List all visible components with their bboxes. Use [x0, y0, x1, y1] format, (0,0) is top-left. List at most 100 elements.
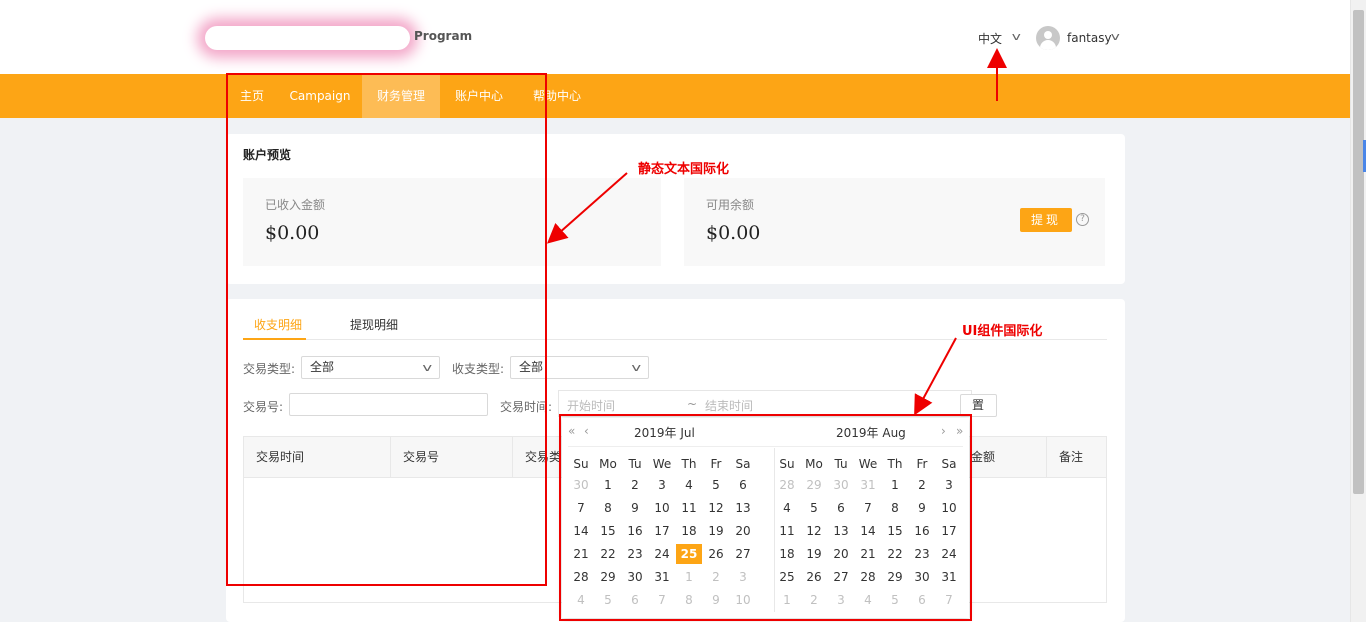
- aug-day-cell[interactable]: 3: [936, 475, 962, 495]
- jul-day-cell[interactable]: 22: [595, 544, 621, 564]
- aug-day-cell[interactable]: 14: [855, 521, 881, 541]
- jul-day-cell[interactable]: 29: [595, 567, 621, 587]
- aug-day-cell[interactable]: 1: [882, 475, 908, 495]
- aug-day-cell[interactable]: 29: [882, 567, 908, 587]
- aug-day-cell[interactable]: 29: [801, 475, 827, 495]
- avatar[interactable]: [1036, 26, 1060, 50]
- scrollbar-thumb[interactable]: [1353, 10, 1364, 494]
- trade-no-input[interactable]: [289, 393, 488, 416]
- jul-day-cell[interactable]: 20: [730, 521, 756, 541]
- aug-day-cell[interactable]: 6: [909, 590, 935, 610]
- jul-day-cell[interactable]: 1: [595, 475, 621, 495]
- nav-item-help[interactable]: 帮助中心: [520, 74, 594, 118]
- nav-item-home[interactable]: 主页: [228, 74, 276, 118]
- aug-day-cell[interactable]: 5: [801, 498, 827, 518]
- withdraw-button[interactable]: 提现: [1020, 208, 1072, 232]
- aug-day-cell[interactable]: 5: [882, 590, 908, 610]
- aug-day-cell[interactable]: 31: [855, 475, 881, 495]
- nav-item-finance[interactable]: 财务管理: [362, 74, 440, 118]
- jul-day-cell[interactable]: 6: [730, 475, 756, 495]
- tab-withdraw[interactable]: 提现明细: [350, 316, 398, 333]
- date-range-input[interactable]: 开始时间 ~ 结束时间: [558, 390, 972, 417]
- aug-day-cell[interactable]: 17: [936, 521, 962, 541]
- help-icon[interactable]: ?: [1076, 213, 1089, 226]
- prev-month-button[interactable]: ‹: [584, 424, 589, 438]
- jul-day-cell[interactable]: 9: [622, 498, 648, 518]
- aug-day-cell[interactable]: 20: [828, 544, 854, 564]
- logo-image[interactable]: [205, 26, 410, 50]
- jul-day-cell[interactable]: 6: [622, 590, 648, 610]
- reset-button[interactable]: 置: [960, 394, 997, 417]
- jul-day-cell[interactable]: 30: [568, 475, 594, 495]
- jul-day-cell[interactable]: 8: [676, 590, 702, 610]
- aug-day-cell[interactable]: 10: [936, 498, 962, 518]
- aug-day-cell[interactable]: 30: [909, 567, 935, 587]
- aug-day-cell[interactable]: 12: [801, 521, 827, 541]
- aug-day-cell[interactable]: 4: [774, 498, 800, 518]
- aug-day-cell[interactable]: 8: [882, 498, 908, 518]
- next-month-button[interactable]: ›: [941, 424, 946, 438]
- aug-day-cell[interactable]: 6: [828, 498, 854, 518]
- aug-day-cell[interactable]: 30: [828, 475, 854, 495]
- jul-day-cell[interactable]: 21: [568, 544, 594, 564]
- jul-day-cell[interactable]: 18: [676, 521, 702, 541]
- jul-day-cell[interactable]: 4: [676, 475, 702, 495]
- right-month-title[interactable]: 2019年 Aug: [836, 424, 906, 441]
- jul-day-cell[interactable]: 19: [703, 521, 729, 541]
- jul-day-cell[interactable]: 24: [649, 544, 675, 564]
- jul-day-cell[interactable]: 25: [676, 544, 702, 564]
- aug-day-cell[interactable]: 26: [801, 567, 827, 587]
- aug-day-cell[interactable]: 9: [909, 498, 935, 518]
- username[interactable]: fantasy: [1067, 31, 1112, 45]
- page-scrollbar[interactable]: [1350, 0, 1366, 622]
- jul-day-cell[interactable]: 10: [649, 498, 675, 518]
- io-type-select[interactable]: 全部 v: [510, 356, 649, 379]
- jul-day-cell[interactable]: 12: [703, 498, 729, 518]
- jul-day-cell[interactable]: 4: [568, 590, 594, 610]
- aug-day-cell[interactable]: 22: [882, 544, 908, 564]
- trade-type-select[interactable]: 全部 v: [301, 356, 440, 379]
- jul-day-cell[interactable]: 16: [622, 521, 648, 541]
- aug-day-cell[interactable]: 7: [855, 498, 881, 518]
- jul-day-cell[interactable]: 2: [703, 567, 729, 587]
- language-switch[interactable]: 中文: [978, 30, 1002, 47]
- jul-day-cell[interactable]: 11: [676, 498, 702, 518]
- aug-day-cell[interactable]: 11: [774, 521, 800, 541]
- aug-day-cell[interactable]: 28: [774, 475, 800, 495]
- aug-day-cell[interactable]: 21: [855, 544, 881, 564]
- aug-day-cell[interactable]: 18: [774, 544, 800, 564]
- left-month-title[interactable]: 2019年 Jul: [634, 424, 695, 441]
- jul-day-cell[interactable]: 7: [568, 498, 594, 518]
- jul-day-cell[interactable]: 14: [568, 521, 594, 541]
- chevron-down-icon[interactable]: v: [1012, 30, 1021, 43]
- aug-day-cell[interactable]: 23: [909, 544, 935, 564]
- jul-day-cell[interactable]: 26: [703, 544, 729, 564]
- jul-day-cell[interactable]: 23: [622, 544, 648, 564]
- aug-day-cell[interactable]: 27: [828, 567, 854, 587]
- aug-day-cell[interactable]: 25: [774, 567, 800, 587]
- aug-day-cell[interactable]: 16: [909, 521, 935, 541]
- jul-day-cell[interactable]: 2: [622, 475, 648, 495]
- next-year-button[interactable]: »: [956, 424, 963, 438]
- jul-day-cell[interactable]: 15: [595, 521, 621, 541]
- nav-item-campaign[interactable]: Campaign: [282, 74, 358, 118]
- tab-income-expense[interactable]: 收支明细: [254, 316, 302, 333]
- jul-day-cell[interactable]: 7: [649, 590, 675, 610]
- jul-day-cell[interactable]: 31: [649, 567, 675, 587]
- prev-year-button[interactable]: «: [568, 424, 575, 438]
- start-date-input[interactable]: 开始时间: [567, 397, 615, 414]
- aug-day-cell[interactable]: 19: [801, 544, 827, 564]
- jul-day-cell[interactable]: 28: [568, 567, 594, 587]
- jul-day-cell[interactable]: 17: [649, 521, 675, 541]
- jul-day-cell[interactable]: 30: [622, 567, 648, 587]
- date-picker-dropdown[interactable]: « ‹ 2019年 Jul 2019年 Aug › » Su Mo Tu We Th Fr…: [562, 418, 969, 618]
- jul-day-cell[interactable]: 8: [595, 498, 621, 518]
- chevron-down-icon[interactable]: v: [1111, 30, 1120, 43]
- aug-day-cell[interactable]: 3: [828, 590, 854, 610]
- aug-day-cell[interactable]: 24: [936, 544, 962, 564]
- aug-day-cell[interactable]: 1: [774, 590, 800, 610]
- aug-day-cell[interactable]: 7: [936, 590, 962, 610]
- jul-day-cell[interactable]: 1: [676, 567, 702, 587]
- jul-day-cell[interactable]: 3: [730, 567, 756, 587]
- aug-day-cell[interactable]: 2: [909, 475, 935, 495]
